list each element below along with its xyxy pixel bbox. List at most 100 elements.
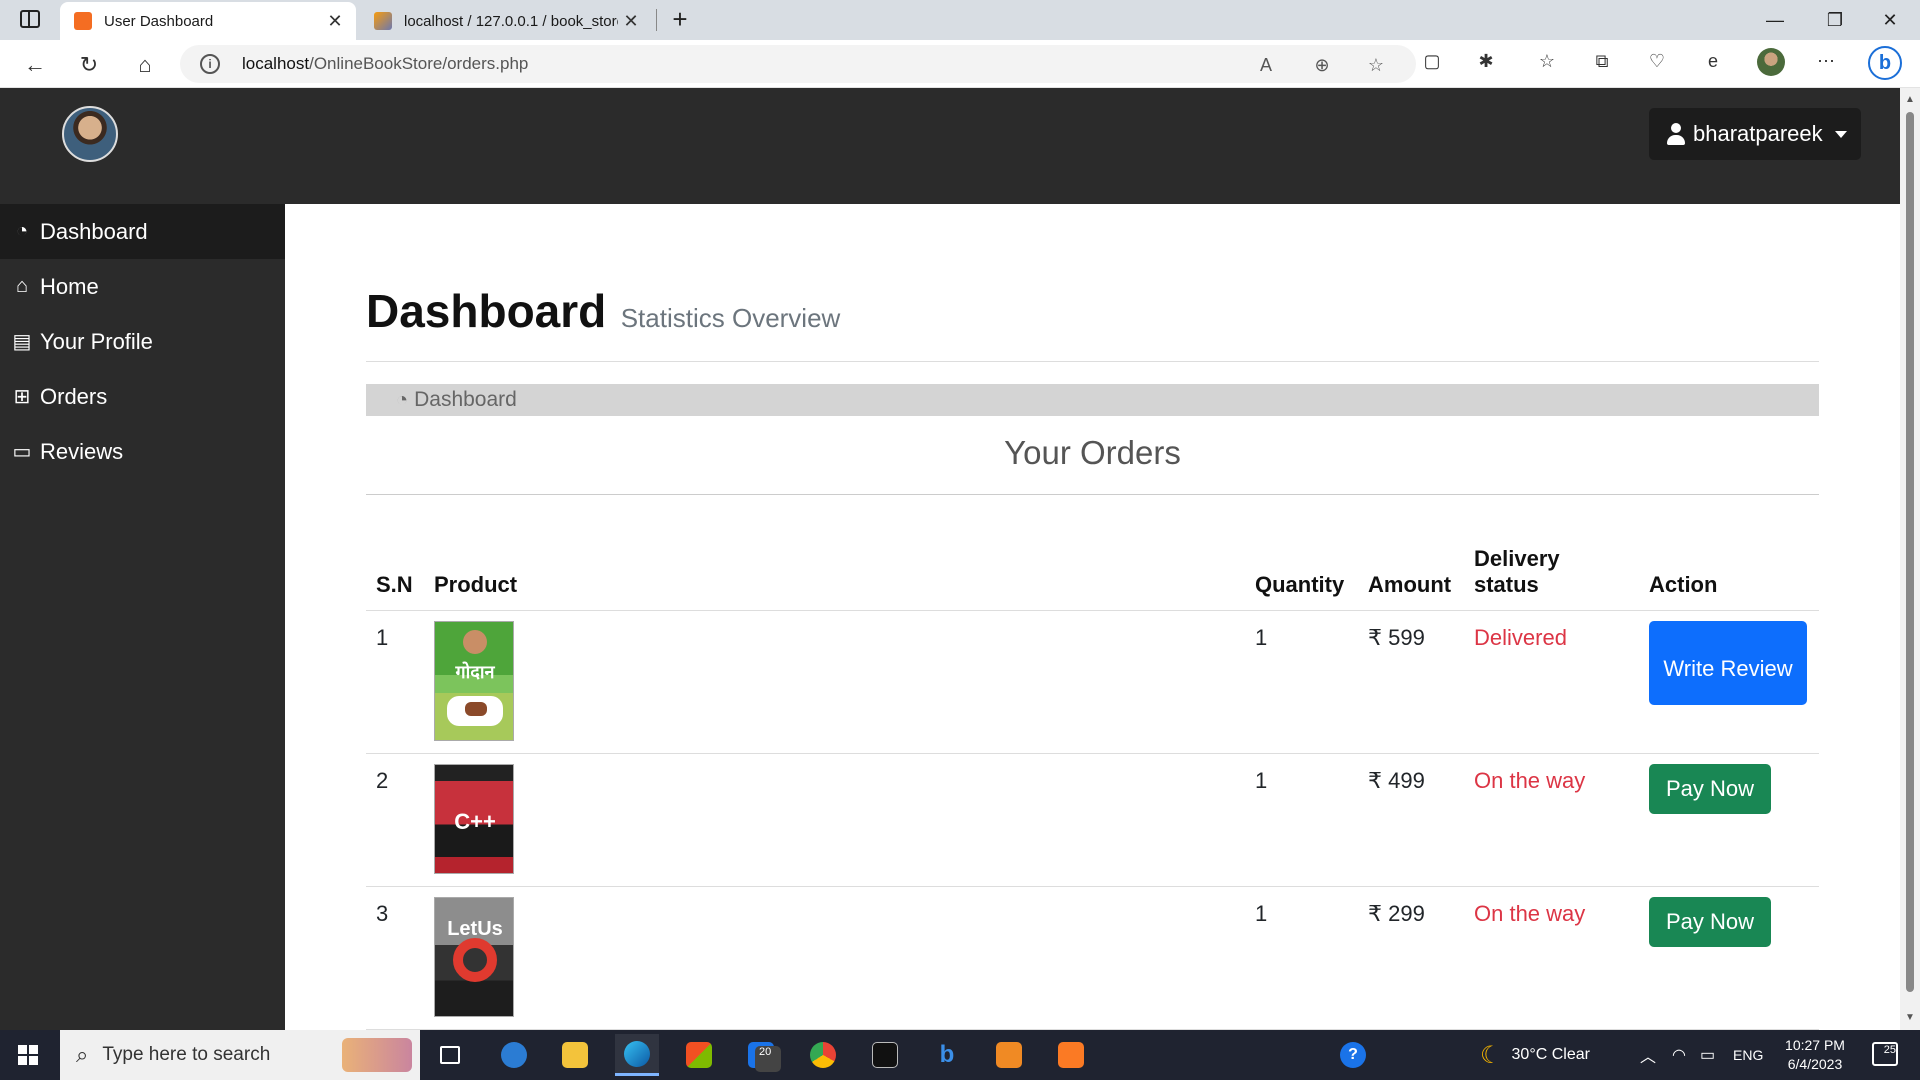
taskbar-search-box[interactable]: ⌕ Type here to search (60, 1030, 420, 1080)
sidebar-item-reviews[interactable]: ▭ Reviews (0, 424, 285, 479)
cell-product: गोदान (424, 610, 1245, 754)
cell-quantity: 1 (1245, 753, 1358, 887)
terminal-icon[interactable] (863, 1034, 907, 1076)
sidebar-item-home[interactable]: ⌂ Home (0, 259, 285, 314)
cell-delivery-status: Delivered (1464, 610, 1639, 754)
pay-now-button[interactable]: Pay Now (1649, 896, 1772, 947)
back-arrow-icon[interactable]: ← (18, 48, 52, 82)
language-indicator[interactable]: ENG (1733, 1030, 1763, 1080)
browser-essentials-icon[interactable]: ♡ (1643, 47, 1671, 75)
favorite-star-icon[interactable]: ☆ (1364, 53, 1388, 77)
cell-sn: 3 (366, 886, 424, 1030)
collections-icon[interactable]: ⧉ (1588, 47, 1616, 75)
tab-user-dashboard[interactable]: User Dashboard ✕ (60, 2, 356, 40)
user-avatar (62, 106, 118, 162)
tab-phpmyadmin[interactable]: localhost / 127.0.0.1 / book_store ✕ (360, 2, 652, 40)
sidebar-item-label: Dashboard (40, 218, 148, 244)
divider (366, 494, 1819, 495)
wifi-icon[interactable]: ◠ (1672, 1030, 1686, 1080)
refresh-icon[interactable]: ↻ (72, 48, 106, 82)
restore-icon[interactable]: ❐ (1815, 6, 1855, 34)
let-us-c-book-cover[interactable]: LetUs (434, 896, 514, 1017)
tab-title: User Dashboard (104, 12, 214, 30)
orders-table: S.N Product Quantity Amount Delivery sta… (366, 522, 1819, 1030)
cell-quantity: 1 (1245, 886, 1358, 1030)
sidebar-item-label: Your Profile (40, 328, 153, 354)
microsoft-store-icon[interactable] (677, 1034, 721, 1076)
caret-down-icon (1834, 130, 1847, 138)
scroll-down-arrow-icon[interactable]: ▼ (1904, 1012, 1916, 1024)
pay-now-button[interactable]: Pay Now (1649, 763, 1772, 814)
cover-title-art: गोदान (455, 661, 495, 682)
close-window-icon[interactable]: ✕ (1870, 6, 1910, 34)
clock-date: 6/4/2023 (1787, 1056, 1843, 1072)
bing-chat-icon[interactable]: b (1868, 46, 1902, 80)
page-header: Dashboard Statistics Overview (366, 284, 840, 338)
edge-drop-icon[interactable]: e (1699, 47, 1727, 75)
search-placeholder: Type here to search (102, 1044, 271, 1065)
zoom-icon[interactable]: ⊕ (1310, 53, 1334, 77)
notifications-icon[interactable]: 25 (1872, 1042, 1898, 1066)
scrollbar-thumb[interactable] (1906, 112, 1914, 992)
mail-app-icon[interactable]: 20 (739, 1034, 783, 1076)
cell-action: Pay Now (1639, 886, 1819, 1030)
column-header-sn: S.N (366, 522, 424, 611)
cell-action: Pay Now (1639, 753, 1819, 887)
favorites-icon[interactable]: ☆ (1533, 47, 1561, 75)
sidebar-item-your-profile[interactable]: ▤ Your Profile (0, 314, 285, 369)
cell-amount: ₹ 599 (1358, 610, 1464, 754)
page-title: Dashboard (366, 285, 607, 337)
read-aloud-icon[interactable]: A (1254, 53, 1278, 77)
address-bar[interactable]: i localhost/OnlineBookStore/orders.php A… (180, 45, 1416, 83)
page-subtitle: Statistics Overview (620, 303, 841, 333)
minimize-icon[interactable]: — (1755, 6, 1795, 34)
scroll-up-arrow-icon[interactable]: ▲ (1904, 94, 1916, 106)
extensions-puzzle-icon[interactable]: ✱ (1472, 47, 1500, 75)
windows-taskbar: ⌕ Type here to search 20 b ? ☾ 30°C Clea… (0, 1030, 1920, 1080)
sidebar-item-dashboard[interactable]: ◔ Dashboard (0, 204, 285, 259)
close-tab-icon[interactable]: ✕ (618, 11, 644, 32)
show-hidden-icons-icon[interactable]: ︿ (1640, 1030, 1656, 1080)
godan-book-cover[interactable]: गोदान (434, 620, 514, 741)
home-icon[interactable]: ⌂ (128, 48, 162, 82)
tab-actions-icon[interactable] (20, 10, 40, 28)
chrome-browser-icon[interactable] (801, 1034, 845, 1076)
more-menu-icon[interactable]: ⋯ (1812, 47, 1840, 75)
notification-count: 25 (1883, 1044, 1896, 1056)
sublime-text-icon[interactable] (987, 1034, 1031, 1076)
url-text[interactable]: localhost/OnlineBookStore/orders.php (242, 54, 528, 74)
table-row: 3 LetUs 1 ₹ 299 On the way Pay Now (366, 886, 1819, 1030)
xampp-favicon-icon (74, 12, 92, 30)
help-icon[interactable]: ? (1340, 1030, 1366, 1080)
user-icon (1667, 123, 1685, 145)
sidebar-item-label: Reviews (40, 438, 124, 464)
close-tab-icon[interactable]: ✕ (322, 11, 348, 32)
extension-placeholder-icon[interactable]: ▢ (1418, 47, 1446, 75)
word-app-icon[interactable] (492, 1034, 536, 1076)
search-highlight-art (342, 1038, 412, 1072)
sidebar: ◔ Dashboard ⌂ Home ▤ Your Profile ⊞ Orde… (0, 204, 285, 1030)
xampp-app-icon[interactable] (1049, 1034, 1093, 1076)
page-scrollbar[interactable]: ▲ ▼ (1900, 88, 1920, 1030)
browser-tab-bar: User Dashboard ✕ localhost / 127.0.0.1 /… (0, 0, 1920, 40)
column-header-quantity: Quantity (1245, 522, 1358, 611)
let-us-cpp-book-cover[interactable]: C++ (434, 763, 514, 874)
site-info-icon[interactable]: i (200, 54, 220, 74)
bing-app-icon[interactable]: b (925, 1034, 969, 1076)
weather-widget[interactable]: ☾ 30°C Clear (1480, 1030, 1590, 1080)
cell-delivery-status: On the way (1464, 886, 1639, 1030)
profile-avatar-icon[interactable] (1757, 48, 1785, 76)
mail-badge: 20 (755, 1046, 781, 1072)
user-dropdown-button[interactable]: bharatpareek (1649, 108, 1861, 160)
cell-product: LetUs (424, 886, 1245, 1030)
task-view-icon[interactable] (428, 1034, 472, 1076)
windows-start-icon[interactable] (18, 1045, 38, 1065)
write-review-button[interactable]: Write Review (1649, 620, 1807, 705)
sidebar-item-orders[interactable]: ⊞ Orders (0, 369, 285, 424)
system-clock[interactable]: 10:27 PM 6/4/2023 (1770, 1036, 1860, 1074)
file-explorer-icon[interactable] (553, 1034, 597, 1076)
weather-text: 30°C Clear (1511, 1046, 1590, 1063)
new-tab-icon[interactable]: + (666, 4, 694, 34)
battery-icon[interactable]: ▭ (1700, 1030, 1715, 1080)
edge-browser-icon[interactable] (615, 1034, 659, 1076)
